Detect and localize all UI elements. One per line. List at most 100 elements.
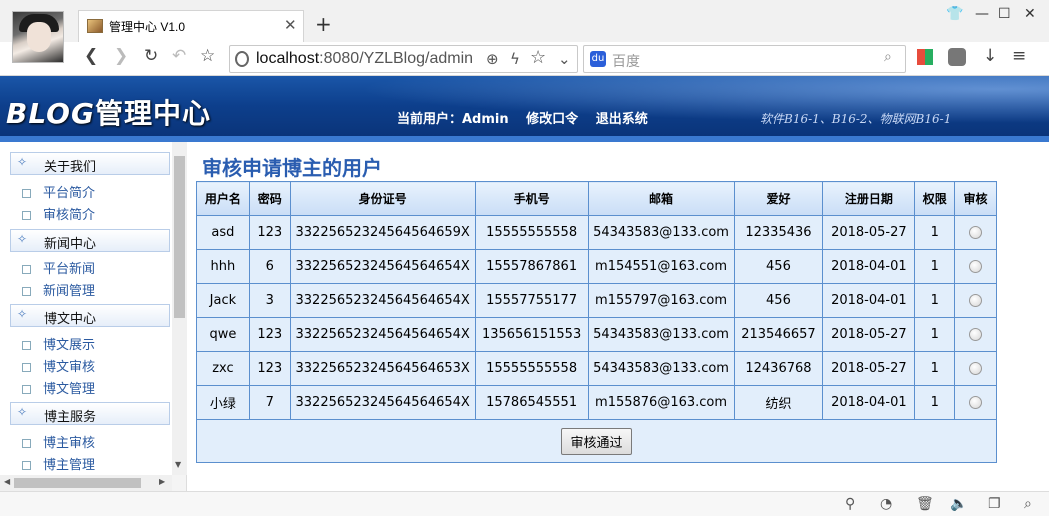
dropdown-chevron-icon[interactable]: ⌄ (558, 50, 571, 68)
col-permission: 权限 (914, 181, 956, 216)
list-bullet-icon (22, 189, 31, 198)
sidebar-section-about[interactable]: ✧ 关于我们 (10, 152, 170, 175)
sidebar-item-post-manage[interactable]: 博文管理 (22, 378, 95, 398)
browser-status-bar: ⚲ ◔ 🗑 🔈 ❐ ⌕ (0, 491, 1049, 516)
cell-register-date: 2018-05-27 (822, 215, 916, 250)
zoom-icon[interactable]: ⊕ (486, 50, 499, 68)
close-window-icon[interactable]: ✕ (1024, 6, 1036, 22)
cell-username: hhh (196, 249, 250, 284)
sidebar-item-news-manage[interactable]: 新闻管理 (22, 280, 95, 300)
cell-email: m155797@163.com (587, 283, 735, 318)
undo-close-icon[interactable]: ↶ (172, 46, 186, 66)
sidebar-section-posts[interactable]: ✧ 博文中心 (10, 304, 170, 327)
logout-link[interactable]: 退出系统 (596, 112, 648, 127)
download-icon[interactable]: ↓ (983, 46, 997, 66)
cell-permission: 1 (914, 283, 956, 318)
window-icon[interactable]: ❐ (988, 496, 1001, 512)
search-icon[interactable]: ⌕ (884, 49, 892, 65)
cell-review (954, 385, 997, 420)
maximize-icon[interactable]: ☐ (998, 6, 1011, 22)
review-radio[interactable] (969, 294, 983, 307)
cell-email: m155876@163.com (587, 385, 735, 420)
address-text[interactable]: localhost:8080/YZLBlog/admin (256, 50, 473, 68)
sidebar-horizontal-scrollbar[interactable]: ◀ ▶ (0, 475, 172, 491)
site-info-icon[interactable] (235, 51, 249, 67)
col-review: 审核 (954, 181, 997, 216)
cell-permission: 1 (914, 351, 956, 386)
cell-review (954, 215, 997, 250)
cell-password: 6 (248, 249, 291, 284)
sidebar-item-platform-news[interactable]: 平台新闻 (22, 258, 95, 278)
table-header-row: 用户名 密码 身份证号 手机号 邮箱 爱好 注册日期 权限 审核 (196, 181, 997, 216)
sidebar: ✧ 关于我们 平台简介 审核简介 ✧ 新闻中心 平台新闻 新闻管理 ✧ 博文中心… (0, 142, 187, 491)
forward-icon[interactable]: ❯ (114, 46, 128, 66)
scroll-thumb[interactable] (14, 478, 141, 488)
approve-button[interactable]: 审核通过 (561, 427, 632, 455)
list-bullet-icon (22, 363, 31, 372)
browser-tab[interactable]: 管理中心 V1.0 ✕ (78, 10, 304, 42)
col-register-date: 注册日期 (822, 181, 916, 216)
scroll-left-icon[interactable]: ◀ (4, 477, 10, 486)
site-header: BLOG管理中心 当前用户：Admin 修改口令 退出系统 软件B16-1、B1… (0, 76, 1049, 142)
cell-hobby: 12436768 (733, 351, 824, 386)
baidu-icon: du (590, 51, 606, 67)
cell-username: Jack (196, 283, 250, 318)
col-email: 邮箱 (587, 181, 735, 216)
bookmark-star-icon[interactable]: ☆ (200, 46, 215, 66)
cell-email: 54343583@133.com (587, 317, 735, 352)
item-label: 审核简介 (43, 208, 96, 223)
cell-review (954, 283, 997, 318)
search-placeholder: 百度 (612, 54, 640, 70)
current-user-label: 当前用户：Admin (397, 112, 509, 127)
sidebar-section-blogger[interactable]: ✧ 博主服务 (10, 402, 170, 425)
expand-icon: ✧ (17, 307, 28, 321)
back-icon[interactable]: ❮ (84, 46, 98, 66)
pin-icon[interactable]: ⚲ (845, 496, 855, 512)
review-radio[interactable] (969, 226, 983, 239)
scroll-thumb[interactable] (174, 156, 185, 318)
sidebar-vertical-scrollbar[interactable]: ▼ (172, 142, 187, 475)
sidebar-item-post-display[interactable]: 博文展示 (22, 334, 95, 354)
zoom-icon[interactable]: ⌕ (1024, 496, 1032, 512)
address-bar[interactable]: localhost:8080/YZLBlog/admin ⊕ ϟ ☆ ⌄ (229, 45, 578, 73)
speedup-icon[interactable]: ◔ (880, 496, 892, 512)
section-label: 新闻中心 (44, 237, 97, 252)
sidebar-item-blogger-manage[interactable]: 博主管理 (22, 454, 95, 474)
scroll-right-icon[interactable]: ▶ (159, 477, 165, 486)
scroll-down-icon[interactable]: ▼ (175, 460, 181, 469)
favorite-icon[interactable]: ☆ (530, 47, 546, 68)
cell-hobby: 纺织 (733, 385, 824, 420)
review-radio[interactable] (969, 396, 983, 409)
change-password-link[interactable]: 修改口令 (526, 112, 578, 127)
search-box[interactable]: du 百度 ⌕ (583, 45, 906, 73)
review-radio[interactable] (969, 328, 983, 341)
trash-icon[interactable]: 🗑 (916, 496, 934, 512)
minimize-icon[interactable]: — (975, 6, 989, 22)
section-label: 博主服务 (44, 410, 97, 425)
reload-icon[interactable]: ↻ (144, 46, 158, 66)
sidebar-item-post-review[interactable]: 博文审核 (22, 356, 95, 376)
sidebar-item-review-intro[interactable]: 审核简介 (22, 204, 95, 224)
sidebar-item-platform-intro[interactable]: 平台简介 (22, 182, 95, 202)
apps-icon[interactable] (917, 49, 933, 65)
sidebar-section-news[interactable]: ✧ 新闻中心 (10, 229, 170, 252)
lightning-icon[interactable]: ϟ (510, 50, 520, 68)
cell-hobby: 456 (733, 249, 824, 284)
review-radio[interactable] (969, 260, 983, 273)
close-tab-icon[interactable]: ✕ (284, 16, 297, 34)
table-row: qwe 123 33225652324564564654X 1356561515… (196, 317, 997, 352)
user-avatar[interactable] (12, 11, 64, 63)
item-label: 博文展示 (43, 338, 96, 353)
sidebar-item-blogger-review[interactable]: 博主审核 (22, 432, 95, 452)
new-tab-button[interactable]: + (315, 12, 332, 36)
cell-id-number: 33225652324564564654X (289, 249, 476, 284)
cell-register-date: 2018-05-27 (822, 317, 916, 352)
cell-permission: 1 (914, 317, 956, 352)
cell-password: 123 (248, 351, 291, 386)
site-logo: BLOG管理中心 (6, 92, 211, 132)
extensions-icon[interactable] (948, 48, 966, 66)
review-radio[interactable] (969, 362, 983, 375)
skin-icon[interactable]: 👕 (946, 6, 963, 22)
volume-icon[interactable]: 🔈 (950, 496, 967, 512)
menu-icon[interactable]: ≡ (1012, 46, 1026, 66)
